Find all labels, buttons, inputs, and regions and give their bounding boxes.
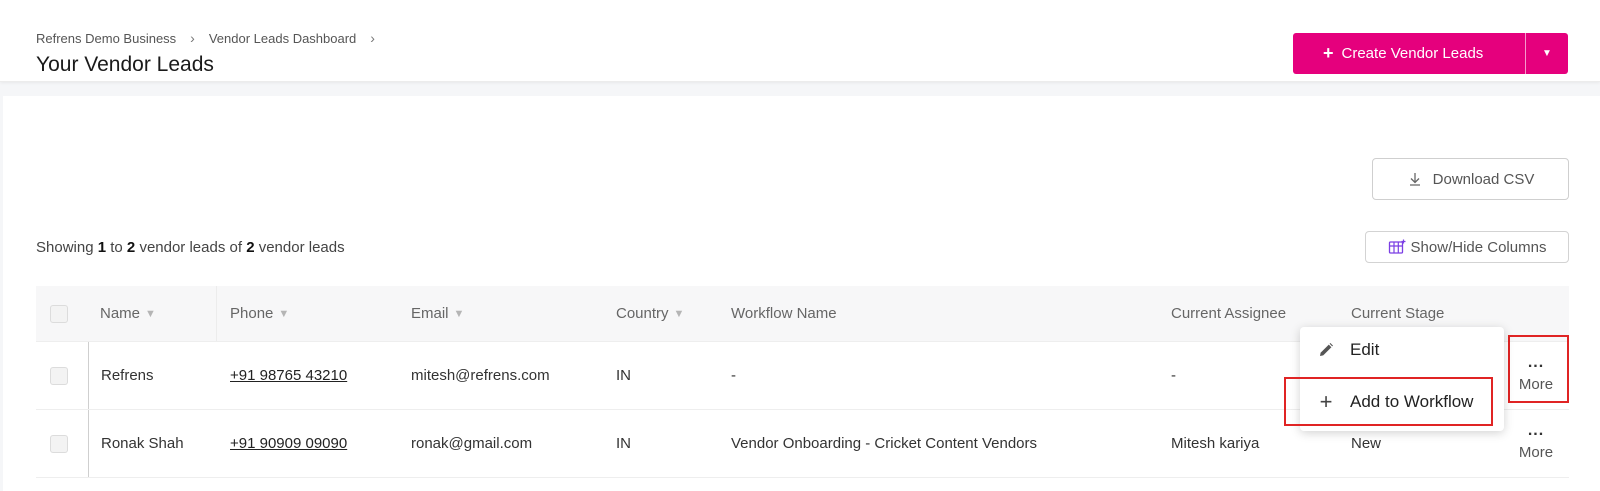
- download-icon: [1409, 173, 1420, 186]
- showing-unit: vendor leads: [139, 239, 226, 256]
- page-title: Your Vendor Leads: [36, 53, 214, 76]
- breadcrumb-chevron-icon: ›: [190, 30, 195, 46]
- column-header-country-label: Country: [616, 305, 669, 322]
- showing-suffix: vendor leads: [258, 239, 345, 256]
- row-select-cell: [50, 410, 68, 477]
- select-all-cell: [50, 286, 68, 341]
- showing-total: 2: [246, 239, 255, 256]
- showing-prefix: Showing: [36, 239, 94, 256]
- column-header-email-label: Email: [411, 305, 449, 322]
- column-header-workflow: Workflow Name: [731, 286, 837, 341]
- breadcrumb-chevron-icon: ›: [370, 30, 375, 46]
- column-header-assignee-label: Current Assignee: [1171, 305, 1287, 322]
- create-vendor-leads-group: + Create Vendor Leads ▼: [1293, 33, 1568, 74]
- row-checkbox[interactable]: [50, 434, 68, 453]
- more-dots-icon: ...: [1527, 422, 1545, 439]
- plus-icon: +: [1323, 43, 1334, 63]
- column-header-assignee: Current Assignee: [1171, 286, 1286, 341]
- column-header-country[interactable]: Country ▼: [616, 286, 684, 341]
- more-label: More: [1518, 444, 1554, 461]
- cell-email: mitesh@refrens.com: [411, 367, 550, 384]
- create-vendor-leads-button[interactable]: + Create Vendor Leads: [1293, 33, 1526, 74]
- row-divider: [88, 410, 89, 477]
- breadcrumb-dashboard[interactable]: Vendor Leads Dashboard: [209, 31, 356, 46]
- caret-down-icon: ▼: [1542, 48, 1552, 59]
- cell-workflow: Vendor Onboarding - Cricket Content Vend…: [731, 435, 1038, 452]
- cell-assignee: -: [1171, 367, 1176, 384]
- pencil-icon: [1314, 342, 1338, 358]
- more-button-highlight: [1508, 335, 1569, 403]
- show-hide-columns-button[interactable]: Show/Hide Columns: [1365, 231, 1569, 263]
- column-header-phone-label: Phone: [230, 305, 274, 322]
- cell-phone-link[interactable]: +91 98765 43210: [230, 342, 347, 409]
- cell-phone-link[interactable]: +91 90909 09090: [230, 410, 347, 477]
- showing-to: 2: [126, 239, 136, 256]
- showing-of-word: of: [229, 239, 243, 256]
- column-header-name-label: Name: [100, 305, 141, 322]
- columns-icon: [1388, 239, 1406, 254]
- download-csv-button[interactable]: Download CSV: [1372, 158, 1569, 200]
- showing-summary: Showing 1 to 2 vendor leads of 2 vendor …: [36, 239, 345, 256]
- cell-assignee: Mitesh kariya: [1171, 435, 1260, 452]
- column-header-name[interactable]: Name ▼: [100, 286, 156, 341]
- cell-country: IN: [616, 435, 631, 452]
- filter-icon[interactable]: ▼: [454, 308, 465, 320]
- cell-email: ronak@gmail.com: [411, 435, 533, 452]
- column-header-phone[interactable]: Phone ▼: [230, 286, 289, 341]
- row-select-cell: [50, 342, 68, 409]
- filter-icon[interactable]: ▼: [674, 308, 685, 320]
- column-header-workflow-label: Workflow Name: [731, 305, 837, 322]
- create-vendor-leads-label: Create Vendor Leads: [1341, 45, 1484, 62]
- add-to-workflow-highlight: [1284, 377, 1493, 426]
- show-hide-columns-label: Show/Hide Columns: [1410, 238, 1547, 256]
- page-header: Refrens Demo Business › Vendor Leads Das…: [0, 0, 1600, 82]
- cell-name: Ronak Shah: [101, 435, 184, 452]
- row-checkbox[interactable]: [50, 366, 68, 385]
- column-header-email[interactable]: Email ▼: [411, 286, 464, 341]
- more-actions-button[interactable]: ... More: [1511, 410, 1561, 477]
- select-all-checkbox[interactable]: [50, 304, 68, 323]
- create-dropdown-button[interactable]: ▼: [1526, 33, 1568, 74]
- menu-item-edit-label: Edit: [1350, 340, 1380, 359]
- column-divider: [216, 286, 217, 341]
- filter-icon[interactable]: ▼: [145, 308, 156, 320]
- row-divider: [88, 342, 89, 409]
- showing-to-word: to: [110, 239, 123, 256]
- cell-country: IN: [616, 367, 631, 384]
- filter-icon[interactable]: ▼: [278, 308, 289, 320]
- breadcrumb: Refrens Demo Business › Vendor Leads Das…: [36, 30, 389, 46]
- menu-item-edit[interactable]: Edit: [1300, 327, 1504, 373]
- download-csv-label: Download CSV: [1432, 170, 1535, 188]
- breadcrumb-business[interactable]: Refrens Demo Business: [36, 31, 176, 46]
- column-header-stage-label: Current Stage: [1351, 305, 1445, 322]
- cell-name: Refrens: [101, 367, 154, 384]
- cell-workflow: -: [731, 367, 736, 384]
- showing-from: 1: [97, 239, 107, 256]
